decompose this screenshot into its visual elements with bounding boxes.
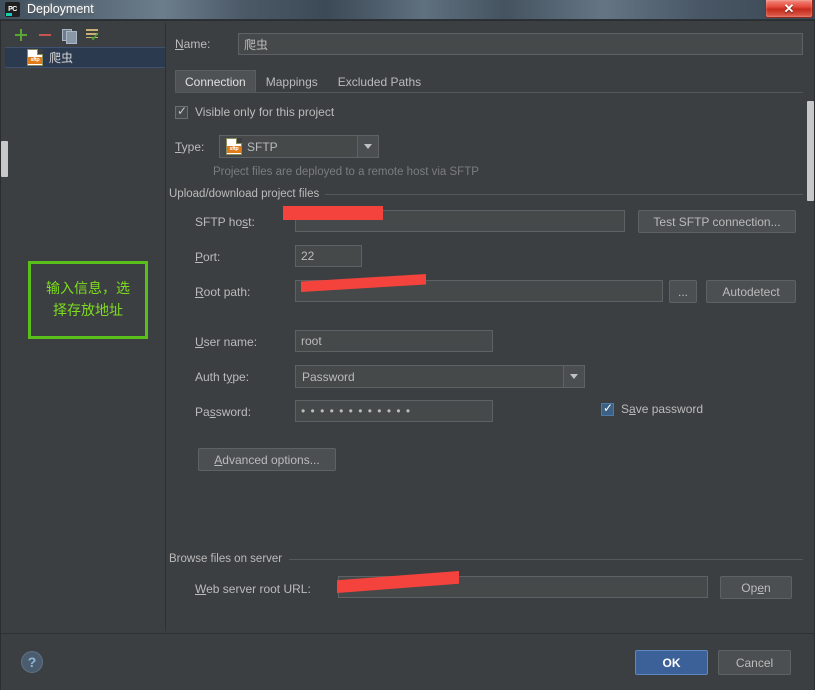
name-input[interactable] — [238, 33, 803, 55]
right-scrollbar-thumb[interactable] — [807, 101, 814, 201]
server-list: sftp 爬虫 — [5, 47, 165, 631]
save-password-label: Save password — [621, 402, 704, 416]
sftp-file-icon-type-badge: sftp — [227, 146, 241, 153]
deployment-dialog-window: PC Deployment ✕ ✓ sftp 爬虫 Name: 爬虫 Conne… — [0, 0, 815, 690]
chevron-down-icon-auth — [570, 374, 578, 379]
checked-list-icon[interactable]: ✓ — [85, 27, 101, 43]
browse-group-line — [289, 559, 803, 560]
type-combo[interactable]: sftp SFTP — [219, 135, 379, 158]
tab-excluded-paths[interactable]: Excluded Paths — [328, 70, 431, 92]
autodetect-button[interactable]: Autodetect — [706, 280, 796, 303]
browse-group-title: Browse files on server — [169, 553, 289, 565]
user-name-input[interactable] — [295, 330, 493, 352]
password-label: Password: — [195, 405, 252, 419]
dialog-body: ✓ sftp 爬虫 Name: 爬虫 Connection Mappings E… — [0, 20, 815, 690]
cancel-button-label: Cancel — [735, 655, 774, 670]
auth-type-label: Auth type: — [195, 370, 250, 384]
port-input[interactable] — [295, 245, 362, 267]
tab-mappings[interactable]: Mappings — [256, 70, 328, 92]
dialog-footer: ? OK Cancel — [1, 633, 814, 690]
pycharm-icon: PC — [5, 2, 20, 17]
window-titlebar: PC Deployment ✕ — [0, 0, 815, 20]
auth-type-combo-arrow-box[interactable] — [563, 366, 584, 387]
type-hint: Project files are deployed to a remote h… — [213, 166, 479, 178]
save-password-checkbox[interactable] — [601, 402, 614, 416]
help-icon[interactable]: ? — [21, 651, 43, 673]
sftp-host-input[interactable] — [295, 210, 625, 232]
web-root-label: Web server root URL: — [195, 582, 311, 596]
save-password-checkbox-row[interactable]: Save password — [601, 402, 703, 416]
type-label: Type: — [175, 140, 205, 154]
cancel-button[interactable]: Cancel — [718, 650, 791, 675]
name-label: Name: — [175, 37, 211, 51]
root-path-input[interactable] — [295, 280, 663, 302]
close-icon-glyph: ✕ — [783, 1, 795, 16]
plus-icon[interactable] — [13, 27, 29, 43]
minus-icon[interactable] — [37, 27, 53, 43]
connection-form: Name: Connection Mappings Excluded Paths… — [167, 23, 807, 631]
window-title: Deployment — [27, 2, 94, 16]
ok-button[interactable]: OK — [635, 650, 708, 675]
password-input[interactable] — [295, 400, 493, 422]
open-label: Open — [741, 580, 771, 595]
server-list-item-label: 爬虫 — [49, 51, 74, 65]
root-path-browse-label: ... — [677, 284, 688, 299]
port-label: Port: — [195, 250, 221, 264]
advanced-options-label: Advanced options... — [214, 452, 320, 467]
upload-group-line — [317, 194, 803, 195]
tab-connection[interactable]: Connection — [175, 70, 256, 92]
close-icon[interactable]: ✕ — [765, 0, 813, 18]
visible-only-checkbox-row[interactable]: Visible only for this project — [175, 105, 334, 119]
root-path-label: Root path: — [195, 285, 251, 299]
type-combo-value: sftp SFTP — [220, 138, 357, 155]
pycharm-icon-text: PC — [8, 6, 17, 13]
visible-only-label: Visible only for this project — [195, 105, 335, 119]
left-scrollbar-thumb[interactable] — [1, 141, 8, 177]
help-icon-glyph: ? — [27, 654, 37, 670]
annotation-box: 输入信息，选 择存放地址 — [28, 261, 148, 339]
autodetect-label: Autodetect — [722, 284, 780, 299]
settings-tabs: Connection Mappings Excluded Paths — [175, 69, 803, 93]
type-combo-arrow-box[interactable] — [357, 136, 378, 157]
auth-type-combo[interactable]: Password — [295, 365, 585, 388]
auth-type-combo-value: Password — [302, 369, 355, 384]
annotation-line-2: 择存放地址 — [53, 303, 123, 319]
checked-list-icon-tick: ✓ — [90, 30, 101, 44]
server-list-item-crawler[interactable]: sftp 爬虫 — [5, 47, 165, 68]
chevron-down-icon — [364, 144, 372, 149]
annotation-line-1: 输入信息，选 — [46, 281, 130, 297]
test-sftp-connection-label: Test SFTP connection... — [653, 214, 781, 229]
open-button[interactable]: Open — [720, 576, 792, 599]
test-sftp-connection-button[interactable]: Test SFTP connection... — [638, 210, 796, 233]
user-name-label: User name: — [195, 335, 258, 349]
upload-group-title: Upload/download project files — [169, 188, 326, 200]
sftp-host-label: SFTP host: — [195, 215, 255, 229]
visible-only-checkbox[interactable] — [175, 105, 188, 119]
server-list-toolbar: ✓ — [5, 23, 165, 47]
web-root-input[interactable] — [338, 576, 708, 598]
copy-icon[interactable] — [61, 27, 77, 44]
copy-icon-sheet-front — [66, 31, 77, 44]
root-path-browse-button[interactable]: ... — [669, 280, 697, 303]
left-scrollbar[interactable] — [1, 141, 8, 631]
sftp-file-icon-type: sftp — [226, 138, 242, 155]
ok-button-label: OK — [662, 655, 681, 670]
right-scrollbar[interactable] — [807, 101, 814, 631]
sftp-file-icon: sftp — [27, 49, 43, 66]
advanced-options-button[interactable]: Advanced options... — [198, 448, 336, 471]
sftp-file-icon-badge: sftp — [28, 57, 42, 64]
name-row: Name: — [175, 33, 803, 55]
type-combo-text: SFTP — [247, 139, 278, 154]
titlebar-glass — [0, 0, 815, 19]
